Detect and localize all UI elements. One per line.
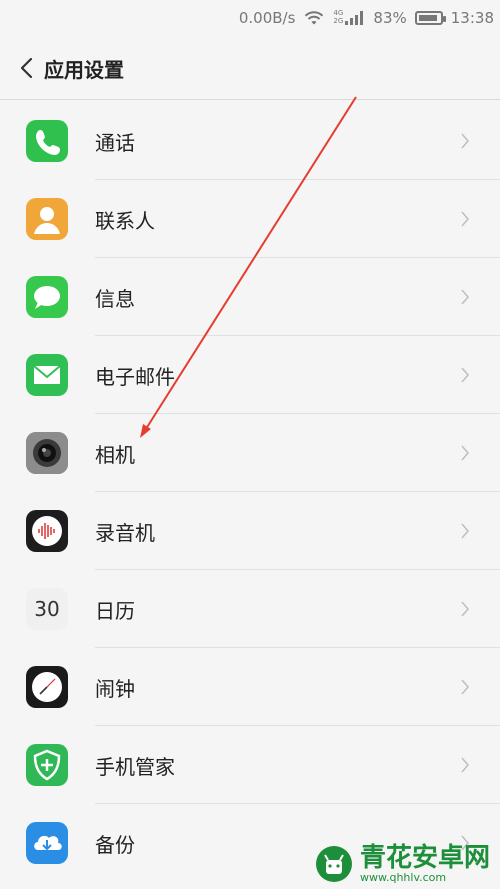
item-label: 联系人 [95, 209, 155, 233]
network-speed: 0.00B/s [238, 9, 296, 27]
item-label: 通话 [95, 131, 135, 155]
header-divider [0, 99, 500, 100]
clock-icon [26, 666, 68, 708]
settings-item-phone[interactable]: 通话 [0, 102, 500, 180]
battery-percent: 83% [373, 9, 407, 27]
chevron-right-icon [461, 133, 470, 149]
backup-icon [26, 822, 68, 864]
chevron-right-icon [461, 367, 470, 383]
chevron-right-icon [461, 757, 470, 773]
network-type: 4G 2G [333, 9, 344, 25]
calendar-day: 30 [34, 597, 60, 621]
camera-icon [26, 432, 68, 474]
battery-icon [414, 11, 446, 25]
item-label: 闹钟 [95, 677, 135, 701]
chevron-right-icon [461, 445, 470, 461]
chevron-right-icon [461, 289, 470, 305]
item-label: 备份 [95, 833, 135, 857]
chevron-right-icon [461, 679, 470, 695]
back-arrow-icon[interactable] [18, 57, 38, 79]
item-label: 电子邮件 [95, 365, 175, 389]
clock-time: 13:38 [450, 9, 494, 27]
settings-item-phone-manager[interactable]: 手机管家 [0, 726, 500, 804]
settings-item-messages[interactable]: 信息 [0, 258, 500, 336]
settings-item-camera[interactable]: 相机 [0, 414, 500, 492]
watermark: 青花安卓网 www.qhhlv.com [314, 844, 490, 884]
recorder-icon [26, 510, 68, 552]
page-title: 应用设置 [44, 58, 124, 82]
chevron-right-icon [461, 601, 470, 617]
item-label: 相机 [95, 443, 135, 467]
settings-list: 通话 联系人 信息 电子邮件 相机 录音机 30 日历 闹钟 手机管家 备份 [0, 102, 500, 882]
item-label: 录音机 [95, 521, 155, 545]
watermark-logo-icon [315, 846, 352, 882]
chevron-right-icon [461, 523, 470, 539]
app-header: 应用设置 [0, 36, 500, 100]
item-label: 日历 [95, 599, 135, 623]
item-label: 信息 [95, 287, 135, 311]
settings-item-alarm[interactable]: 闹钟 [0, 648, 500, 726]
watermark-brand: 青花安卓网 [359, 843, 490, 873]
chevron-right-icon [461, 211, 470, 227]
status-right: 0.00B/s 4G 2G 83% 13:38 [239, 0, 494, 36]
mail-icon [26, 354, 68, 396]
phone-icon [26, 120, 68, 162]
settings-item-contacts[interactable]: 联系人 [0, 180, 500, 258]
settings-item-email[interactable]: 电子邮件 [0, 336, 500, 414]
settings-item-recorder[interactable]: 录音机 [0, 492, 500, 570]
settings-item-calendar[interactable]: 30 日历 [0, 570, 500, 648]
phone-manager-icon [26, 744, 68, 786]
calendar-icon: 30 [26, 588, 68, 630]
watermark-url: www.qhhlv.com [359, 871, 447, 884]
status-bar: 0.00B/s 4G 2G 83% 13:38 [0, 0, 500, 36]
contacts-icon [26, 198, 68, 240]
item-label: 手机管家 [95, 755, 175, 779]
cell-signal-icon: 4G 2G [333, 9, 365, 27]
wifi-icon [305, 11, 324, 25]
messages-icon [26, 276, 68, 318]
